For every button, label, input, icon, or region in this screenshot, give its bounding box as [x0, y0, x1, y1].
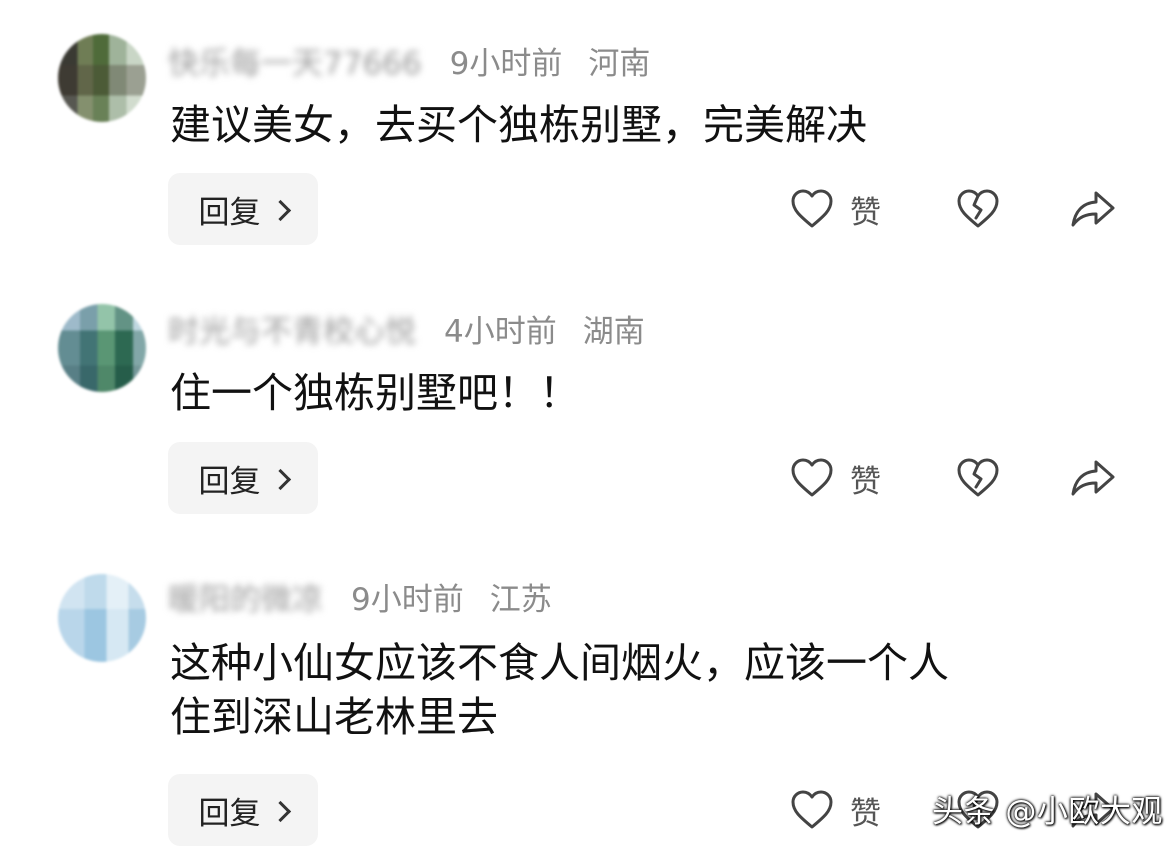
chevron-right-icon	[269, 199, 291, 221]
comment-time: 9小时前	[351, 581, 464, 618]
comment-text: 建议美女，去买个独栋别墅，完美解决	[170, 98, 867, 152]
username[interactable]: 暖阳的微凉	[168, 574, 323, 619]
comment-list: 快乐每一天77666 9小时前 河南 建议美女，去买个独栋别墅，完美解决 回复 …	[0, 0, 1176, 848]
comment-text: 这种小仙女应该不食人间烟火，应该一个人 住到深山老林里去	[170, 636, 949, 744]
reply-button[interactable]: 回复	[168, 774, 318, 846]
comment-meta: 时光与不青校心悦 4小时前 湖南	[168, 306, 645, 351]
comment-time: 4小时前	[444, 313, 557, 350]
comment-text-line: 这种小仙女应该不食人间烟火，应该一个人	[170, 639, 949, 687]
comment-location: 江苏	[489, 581, 552, 618]
comment-text-line: 住到深山老林里去	[170, 693, 498, 741]
comment-actions: 赞	[788, 173, 1128, 245]
username[interactable]: 时光与不青校心悦	[168, 306, 416, 351]
like-button[interactable]: 赞	[788, 774, 881, 846]
share-arrow-icon[interactable]	[1068, 454, 1118, 502]
like-label: 赞	[850, 463, 881, 500]
heart-outline-icon	[791, 790, 833, 829]
reply-label: 回复	[198, 194, 261, 231]
like-label: 赞	[850, 194, 881, 231]
reply-button[interactable]: 回复	[168, 442, 318, 514]
comment-text: 住一个独栋别墅吧！！	[170, 366, 580, 420]
avatar[interactable]	[58, 574, 146, 662]
comment-actions: 赞	[788, 442, 1128, 514]
broken-heart-icon[interactable]	[954, 454, 1002, 502]
comment-text-line: 住一个独栋别墅吧！！	[170, 369, 580, 417]
chevron-right-icon	[269, 800, 291, 822]
share-arrow-icon[interactable]	[1068, 185, 1118, 233]
like-label: 赞	[850, 795, 881, 832]
reply-label: 回复	[198, 463, 261, 500]
heart-outline-icon	[791, 189, 833, 228]
comment-meta: 暖阳的微凉 9小时前 江苏	[168, 574, 552, 619]
comment-text-line: 建议美女，去买个独栋别墅，完美解决	[170, 101, 867, 149]
username[interactable]: 快乐每一天77666	[168, 38, 422, 83]
like-button[interactable]: 赞	[788, 173, 881, 245]
like-button[interactable]: 赞	[788, 442, 881, 514]
comment-meta: 快乐每一天77666 9小时前 河南	[168, 38, 651, 83]
comment-time: 9小时前	[449, 45, 563, 82]
comment-location: 湖南	[582, 313, 645, 350]
avatar[interactable]	[58, 304, 146, 392]
broken-heart-icon[interactable]	[954, 185, 1002, 233]
avatar[interactable]	[58, 34, 146, 122]
comment-location: 河南	[588, 45, 651, 82]
reply-label: 回复	[198, 795, 261, 832]
heart-outline-icon	[791, 458, 833, 497]
chevron-right-icon	[269, 468, 291, 490]
watermark: 头条 @小欧大观	[932, 794, 1163, 830]
reply-button[interactable]: 回复	[168, 173, 318, 245]
